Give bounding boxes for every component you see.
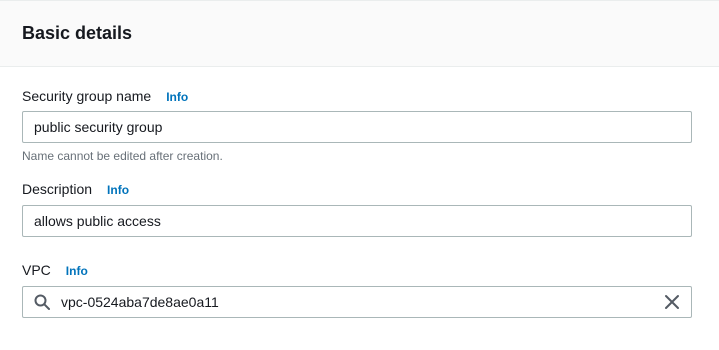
security-group-name-field: Security group name Info Name cannot be …: [22, 67, 693, 164]
close-icon[interactable]: [664, 294, 680, 310]
vpc-search-box: [22, 286, 692, 318]
security-group-name-label: Security group name: [22, 88, 152, 104]
vpc-search-input[interactable]: [22, 286, 692, 318]
security-group-name-info-link[interactable]: Info: [166, 90, 188, 104]
field-label-row: Description Info: [22, 179, 693, 199]
field-label-row: Security group name Info: [22, 86, 693, 106]
description-input[interactable]: [22, 205, 692, 237]
panel-header: Basic details: [0, 1, 719, 67]
security-group-name-input[interactable]: [22, 111, 692, 143]
description-field: Description Info: [22, 164, 693, 237]
vpc-field: VPC Info: [22, 237, 693, 318]
basic-details-panel: Basic details Security group name Info N…: [0, 0, 719, 350]
name-constraint-text: Name cannot be edited after creation.: [22, 149, 223, 163]
panel-body: Security group name Info Name cannot be …: [0, 67, 719, 318]
search-icon: [34, 294, 50, 310]
panel-title: Basic details: [22, 23, 133, 43]
vpc-info-link[interactable]: Info: [66, 264, 88, 278]
vpc-label: VPC: [22, 262, 51, 278]
field-label-row: VPC Info: [22, 260, 693, 280]
description-label: Description: [22, 181, 93, 197]
description-info-link[interactable]: Info: [107, 183, 129, 197]
